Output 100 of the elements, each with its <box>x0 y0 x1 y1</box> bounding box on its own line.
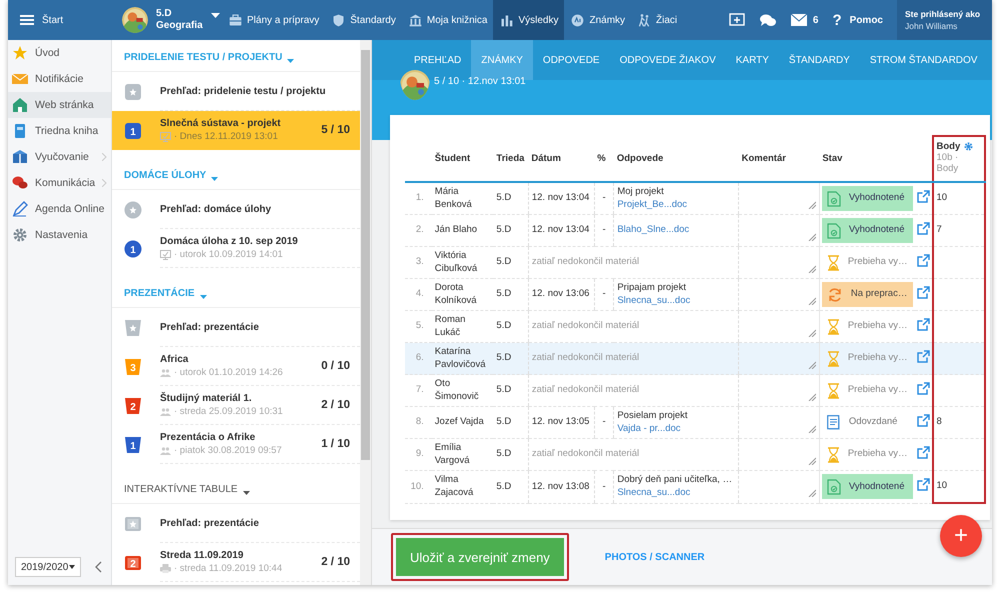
caret-icon[interactable] <box>242 491 250 495</box>
sidebar-item[interactable]: Web stránka <box>8 92 111 118</box>
sidebar-item[interactable]: Úvod <box>8 40 111 66</box>
table-row[interactable]: 2. Ján Blaho 5.D 12. nov 13:04 - Blaho_Slne...doc Vyhodnotené 7 <box>405 214 985 246</box>
points-cell <box>932 246 985 278</box>
cast-icon[interactable] <box>728 13 745 27</box>
sidebar-item[interactable]: Komunikácia <box>8 170 111 196</box>
scrollbar[interactable] <box>360 40 371 585</box>
task-title: Streda 11.09.2019 <box>160 550 244 561</box>
nav-item[interactable]: Známky <box>564 0 632 40</box>
overview-icon <box>124 318 142 336</box>
student-name: Ján Blaho <box>432 214 494 246</box>
resize-grip-icon <box>808 201 816 209</box>
status-label: Odovzdané <box>848 416 898 429</box>
percent-cell: - <box>594 470 614 503</box>
bar-chart-icon <box>499 12 514 28</box>
task-item[interactable]: 1 Slnečná sústava - projekt · Dnes 12.11.2019 13:01 5 / 10 <box>112 111 360 150</box>
menu-icon[interactable] <box>20 14 34 26</box>
external-link-icon[interactable] <box>916 350 930 363</box>
nav-item[interactable]: Výsledky <box>493 0 564 40</box>
file-link[interactable]: Slnecna_su...doc <box>617 294 736 307</box>
row-number: 9. <box>405 438 432 470</box>
caret-icon[interactable] <box>210 12 220 18</box>
external-link-icon[interactable] <box>916 414 930 427</box>
mail-icon[interactable] <box>790 14 807 26</box>
points-cell: 7 <box>932 214 985 246</box>
resize-grip-icon <box>808 393 816 401</box>
column-header: Odpovede <box>614 136 739 182</box>
table-row[interactable]: 3. Viktória Cibuľková 5.D zatiaľ nedokončil materiál Prebieha vy… <box>405 246 985 278</box>
table-row[interactable]: 10. Vilma Zajacová 5.D 12. nov 13:08 - Dobrý deň pani učiteľka, … Slnecna_su...doc Vyhodnotené 10 <box>405 470 985 503</box>
external-link-icon[interactable] <box>916 382 930 395</box>
status-label: Vyhodnotené <box>848 192 904 205</box>
row-number: 8. <box>405 406 432 438</box>
user-name[interactable]: John Williams <box>905 21 984 31</box>
collapse-chevron-icon[interactable] <box>95 561 102 573</box>
start-label[interactable]: Štart <box>42 14 64 26</box>
chat-icon[interactable] <box>758 12 777 28</box>
status-label: Vyhodnotené <box>848 224 904 237</box>
help-link[interactable]: Pomoc <box>850 14 883 26</box>
class-cell: 5.D <box>493 246 528 278</box>
file-link[interactable]: Slnecna_su...doc <box>617 486 736 500</box>
external-link-icon[interactable] <box>916 222 930 235</box>
sidebar-item[interactable]: Triedna kniha <box>8 118 111 144</box>
student-name: Viktória Cibuľková <box>432 246 494 278</box>
resize-grip-icon <box>808 489 816 498</box>
task-title: Prehľad: domáce úlohy <box>160 204 272 214</box>
resize-grip-icon <box>808 361 816 369</box>
points-cell: 8 <box>932 406 985 438</box>
nav-item[interactable]: Plány a prípravy <box>222 0 326 40</box>
external-link-icon[interactable] <box>916 190 930 203</box>
nav-item[interactable]: Štandardy <box>325 0 402 40</box>
table-row[interactable]: 1. Mária Benková 5.D 12. nov 13:04 - Moj projekt Projekt_Be...doc Vyhodnotené 10 <box>405 182 985 214</box>
nav-item[interactable]: Žiaci <box>631 0 684 40</box>
student-name: Jozef Vajda <box>432 406 494 438</box>
login-caption: Ste prihlásený ako <box>905 9 982 19</box>
date-cell: 12. nov 13:06 <box>528 278 594 310</box>
nav-item[interactable]: Moja knižnica <box>402 0 494 40</box>
star-icon <box>12 45 28 61</box>
row-number: 7. <box>405 374 432 406</box>
book-icon <box>12 123 28 139</box>
table-row[interactable]: 7. Oto Šimonovič 5.D zatiaľ nedokončil materiál Prebieha vy… <box>405 374 985 406</box>
response-text: Moj projekt <box>617 186 665 198</box>
gear-icon[interactable] <box>964 142 974 151</box>
external-link-icon[interactable] <box>916 254 930 267</box>
sidebar-item[interactable]: Notifikácie <box>8 66 111 92</box>
pending-note: zatiaľ nedokončil materiál <box>528 438 739 470</box>
column-header: Dátum <box>528 136 594 182</box>
column-subtitle: 10b · Body <box>936 152 960 174</box>
sidebar-item[interactable]: Vyučovanie <box>8 144 111 170</box>
external-link-icon[interactable] <box>916 318 930 331</box>
percent-cell: - <box>594 214 614 246</box>
class-cell: 5.D <box>493 342 528 374</box>
question-document-icon <box>826 414 841 430</box>
task-item[interactable]: 1 Domáca úloha z 10. sep 2019 · utorok 10.09.2019 14:01 <box>112 229 360 268</box>
sidebar-item[interactable]: Nastavenia <box>8 222 111 248</box>
year-select[interactable]: 2019/2020 <box>15 557 81 577</box>
column-header: Komentár <box>738 136 820 182</box>
board-badge: 2 <box>124 554 142 572</box>
table-row[interactable]: 8. Jozef Vajda 5.D 12. nov 13:05 - Posielam projekt Vajda - pr...doc Odovzdané 8 <box>405 406 985 438</box>
square-badge: 1 <box>124 122 142 140</box>
task-title: Domáca úloha z 10. sep 2019 <box>160 236 299 247</box>
external-link-icon[interactable] <box>916 478 930 491</box>
table-row[interactable]: 9. Emília Vargová 5.D zatiaľ nedokončil materiál Prebieha vy… <box>405 438 985 470</box>
points-cell <box>932 342 985 374</box>
table-row[interactable]: 6. Katarína Pavlovičová 5.D zatiaľ nedokončil materiál Prebieha vy… <box>405 342 985 374</box>
chat-bubbles-icon <box>12 175 28 191</box>
table-row[interactable]: 4. Dorota Kolníková 5.D 12. nov 13:06 - Pripajam projekt Slnecna_su...doc Na preprac… <box>405 278 985 310</box>
external-link-icon[interactable] <box>916 286 930 299</box>
class-cell: 5.D <box>493 182 528 214</box>
row-number: 10. <box>405 470 432 503</box>
task-item[interactable]: 2 Streda 11.09.2019 · streda 11.09.2019 10:44 2 / 10 <box>112 543 360 582</box>
help-icon[interactable]: ? <box>832 12 842 28</box>
caret-icon[interactable] <box>69 565 75 569</box>
overview-icon <box>124 82 142 100</box>
file-link[interactable]: Projekt_Be...doc <box>617 198 736 211</box>
file-link[interactable]: Vajda - pr...doc <box>617 422 736 435</box>
external-link-icon[interactable] <box>916 446 930 459</box>
file-link[interactable]: Blaho_Slne...doc <box>617 224 736 237</box>
section-title[interactable]: INTERAKTÍVNE TABULE <box>124 484 238 495</box>
sidebar-item[interactable]: Agenda Online <box>8 196 111 222</box>
